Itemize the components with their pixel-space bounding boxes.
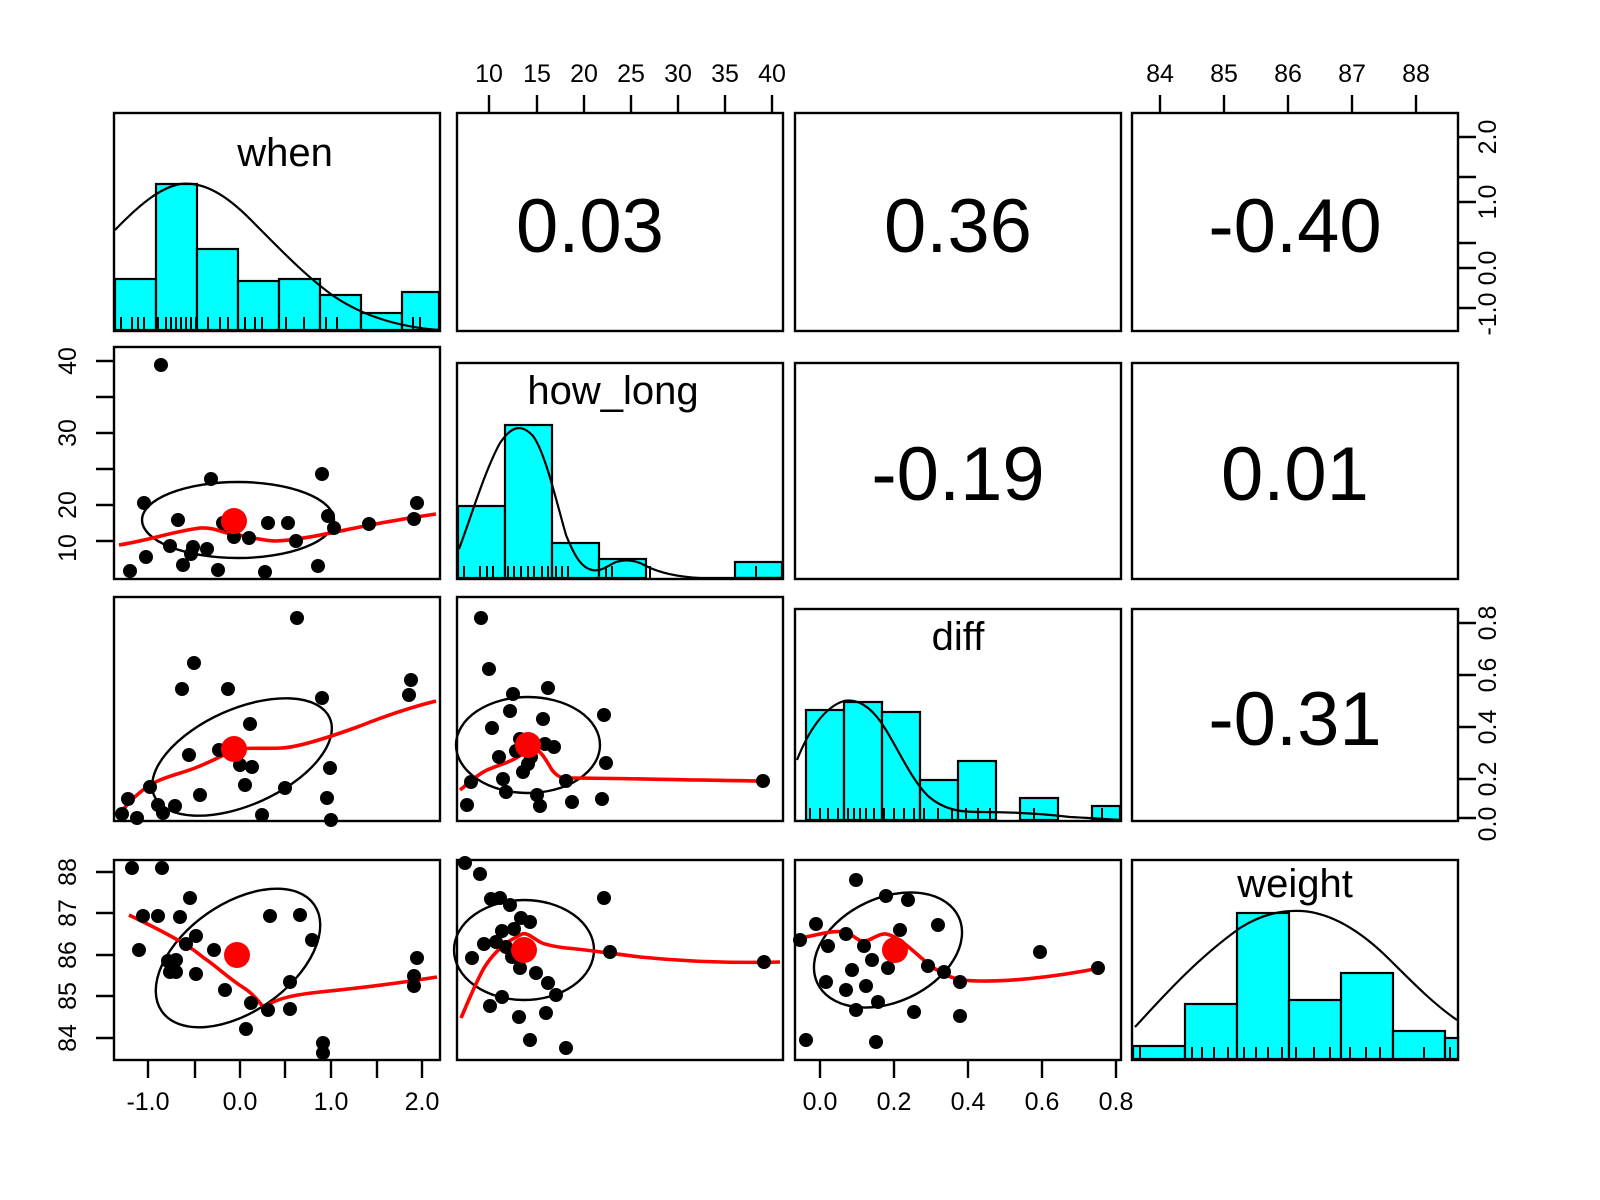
axis-tick-label: 0.0 [803, 1088, 838, 1116]
axis-tick-label: 0.8 [1099, 1088, 1134, 1116]
axis-tick-label: 15 [523, 60, 551, 88]
axis-tick-label: 40 [758, 60, 786, 88]
axis-tick-label: 0.4 [951, 1088, 986, 1116]
axis-tick-label: 35 [711, 60, 739, 88]
center-marker [221, 508, 247, 534]
axis-tick-label: 10 [475, 60, 503, 88]
center-marker [515, 732, 541, 758]
axis-tick-label: -1.0 [1474, 292, 1502, 335]
axis-tick-label: 40 [54, 347, 82, 375]
axis-tick-label: 2.0 [1474, 120, 1502, 155]
axis-tick-label: -1.0 [126, 1088, 169, 1116]
axis-tick-label: 30 [54, 419, 82, 447]
axis-tick-label: 25 [617, 60, 645, 88]
center-marker [882, 937, 908, 963]
axis-tick-label: 0.0 [223, 1088, 258, 1116]
axis-tick-label: 10 [54, 534, 82, 562]
axis-tick-label: 20 [54, 491, 82, 519]
axis-tick-label: 0.2 [1474, 762, 1502, 797]
correlation-value: 0.03 [516, 184, 664, 269]
axis-tick-label: 20 [570, 60, 598, 88]
correlation-value: -0.31 [1208, 677, 1381, 762]
center-marker [221, 736, 247, 762]
axis-tick-label: 84 [54, 1024, 82, 1052]
panel-label-when: when [236, 131, 333, 175]
axis-tick-label: 86 [1274, 60, 1302, 88]
panel-label-how-long: how_long [527, 369, 698, 413]
axis-tick-label: 84 [1146, 60, 1174, 88]
axis-tick-label: 0.2 [877, 1088, 912, 1116]
axis-tick-label: 88 [54, 858, 82, 886]
axis-tick-label: 85 [1210, 60, 1238, 88]
axis-tick-label: 87 [1338, 60, 1366, 88]
splom-figure: 10 15 20 25 30 35 40 84 85 86 87 88 when… [0, 0, 1600, 1200]
axis-tick-label: 87 [54, 899, 82, 927]
center-marker [224, 942, 250, 968]
correlation-value: -0.19 [871, 432, 1044, 517]
axis-tick-label: 0.6 [1474, 658, 1502, 693]
axis-tick-label: 0.6 [1025, 1088, 1060, 1116]
axis-tick-label: 2.0 [405, 1088, 440, 1116]
axis-tick-label: 88 [1402, 60, 1430, 88]
correlation-value: 0.01 [1221, 432, 1369, 517]
axis-tick-label: 86 [54, 941, 82, 969]
axis-tick-label: 1.0 [1474, 185, 1502, 220]
axis-tick-label: 85 [54, 982, 82, 1010]
axis-tick-label: 0.4 [1474, 710, 1502, 745]
correlation-value: 0.36 [884, 184, 1032, 269]
panel-label-weight: weight [1236, 862, 1353, 906]
axis-tick-label: 0.8 [1474, 606, 1502, 641]
correlation-value: -0.40 [1208, 184, 1381, 269]
axis-tick-label: 0.0 [1474, 251, 1502, 286]
axis-tick-label: 0.0 [1474, 807, 1502, 842]
axis-tick-label: 30 [664, 60, 692, 88]
splom-canvas: 10 15 20 25 30 35 40 84 85 86 87 88 when… [0, 0, 1600, 1200]
center-marker [511, 937, 537, 963]
panel-label-diff: diff [932, 615, 986, 659]
axis-tick-label: 1.0 [314, 1088, 349, 1116]
